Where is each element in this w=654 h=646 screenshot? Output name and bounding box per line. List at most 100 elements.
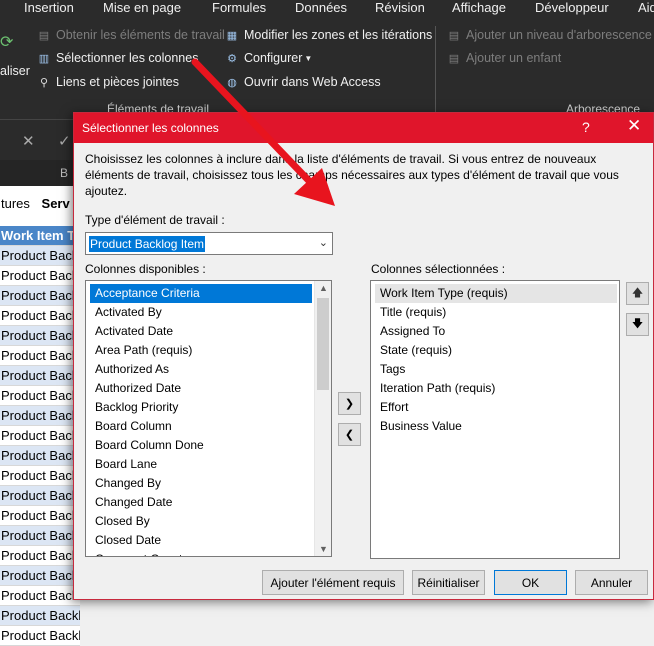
chevron-down-icon: ▼ bbox=[304, 53, 313, 63]
excel-menubar: Insertion Mise en page Formules Données … bbox=[0, 0, 654, 20]
table-row[interactable]: Product Backlog Item bbox=[0, 286, 80, 306]
available-column-item[interactable]: Board Lane bbox=[93, 455, 157, 474]
get-work-items-label: Obtenir les éléments de travail bbox=[56, 28, 225, 42]
menu-formules[interactable]: Formules bbox=[212, 0, 266, 15]
links-attachments-button[interactable]: ⚲ Liens et pièces jointes bbox=[37, 75, 179, 89]
configure-dropdown[interactable]: ⚙ Configurer ▼ bbox=[225, 51, 312, 65]
available-column-item[interactable]: Changed Date bbox=[93, 493, 172, 512]
table-row[interactable]: Product Backlog Item bbox=[0, 306, 80, 326]
menu-donnees[interactable]: Données bbox=[295, 0, 347, 15]
selected-columns-list[interactable]: Work Item Type (requis) Title (requis) Ass… bbox=[370, 280, 620, 559]
dialog-titlebar[interactable]: Sélectionner les colonnes ? ✕ bbox=[74, 113, 653, 143]
work-item-type-select[interactable]: Product Backlog Item ⌄ bbox=[85, 232, 333, 255]
document-icon: ▤ bbox=[38, 29, 50, 42]
get-work-items-button[interactable]: ▤ Obtenir les éléments de travail bbox=[37, 28, 225, 42]
available-column-item[interactable]: Closed Date bbox=[93, 531, 161, 550]
menu-insertion[interactable]: Insertion bbox=[24, 0, 74, 15]
add-column-button[interactable]: ❯ bbox=[338, 392, 361, 415]
table-row[interactable]: Product Backlog Item bbox=[0, 266, 80, 286]
menu-aide[interactable]: Aid bbox=[638, 0, 654, 15]
menu-developpeur[interactable]: Développeur bbox=[535, 0, 609, 15]
arrow-down-icon: 🡇 bbox=[631, 318, 644, 330]
header-cell-service[interactable]: Serv bbox=[42, 196, 70, 211]
selected-column-item[interactable]: Work Item Type (requis) bbox=[375, 284, 617, 303]
available-column-item[interactable]: Acceptance Criteria bbox=[90, 284, 312, 303]
selected-column-item[interactable]: Assigned To bbox=[378, 322, 445, 341]
table-row[interactable]: Product Backlog Item bbox=[0, 626, 80, 646]
selected-column-item[interactable]: Business Value bbox=[378, 417, 462, 436]
available-column-item[interactable]: Board Column Done bbox=[93, 436, 204, 455]
scroll-up-icon[interactable]: ▲ bbox=[315, 283, 331, 293]
table-row[interactable]: Product Backlog Item bbox=[0, 366, 80, 386]
available-columns-label: Colonnes disponibles : bbox=[85, 262, 206, 276]
table-row[interactable]: Product Backlog Item bbox=[0, 386, 80, 406]
cancel-button[interactable]: Annuler bbox=[575, 570, 648, 595]
selected-column-item[interactable]: Iteration Path (requis) bbox=[378, 379, 495, 398]
edit-areas-iterations-button[interactable]: ▦ Modifier les zones et les itérations bbox=[225, 28, 432, 42]
menu-affichage[interactable]: Affichage bbox=[452, 0, 506, 15]
open-web-access-button[interactable]: ◍ Ouvrir dans Web Access bbox=[225, 75, 380, 89]
cancel-formula-icon[interactable]: ✕ bbox=[22, 132, 35, 150]
table-row[interactable]: Product Backlog Item bbox=[0, 426, 80, 446]
reset-button[interactable]: Réinitialiser bbox=[412, 570, 485, 595]
table-row[interactable]: Product Backlog Item bbox=[0, 466, 80, 486]
table-row[interactable]: Product Backlog Item bbox=[0, 446, 80, 466]
scroll-down-icon[interactable]: ▼ bbox=[315, 544, 331, 554]
tree-level-icon: ▤ bbox=[448, 29, 460, 42]
add-child-button[interactable]: ▤ Ajouter un enfant bbox=[447, 51, 561, 65]
table-row[interactable]: Product Backlog Item bbox=[0, 586, 80, 606]
menu-revision[interactable]: Révision bbox=[375, 0, 425, 15]
selected-column-item[interactable]: Effort bbox=[378, 398, 408, 417]
confirm-formula-icon[interactable]: ✓ bbox=[58, 132, 71, 150]
selected-column-item[interactable]: Tags bbox=[378, 360, 405, 379]
add-required-button[interactable]: Ajouter l'élément requis bbox=[262, 570, 404, 595]
chevron-down-icon[interactable]: ⌄ bbox=[319, 236, 328, 249]
add-tree-level-button[interactable]: ▤ Ajouter un niveau d'arborescence bbox=[447, 28, 652, 42]
close-icon[interactable]: ✕ bbox=[627, 116, 641, 136]
available-list-scrollbar[interactable]: ▲ ▼ bbox=[314, 281, 331, 556]
select-columns-label: Sélectionner les colonnes bbox=[56, 51, 199, 65]
available-column-item[interactable]: Activated By bbox=[93, 303, 162, 322]
selected-column-item[interactable]: State (requis) bbox=[378, 341, 452, 360]
ok-button[interactable]: OK bbox=[494, 570, 567, 595]
column-header-b[interactable]: B bbox=[0, 160, 80, 186]
available-column-item[interactable]: Authorized As bbox=[93, 360, 169, 379]
table-row[interactable]: Product Backlog Item bbox=[0, 326, 80, 346]
table-header-cell[interactable]: Work Item Type bbox=[0, 226, 80, 246]
table-row[interactable]: Product Backlog Item bbox=[0, 606, 80, 626]
available-column-item[interactable]: Activated Date bbox=[93, 322, 173, 341]
worksheet[interactable]: tures Serv Work Item TypeProduct Backlog… bbox=[0, 186, 80, 646]
menu-mise-en-page[interactable]: Mise en page bbox=[103, 0, 181, 15]
refresh-button[interactable]: aliser bbox=[0, 64, 30, 78]
selected-column-item[interactable]: Title (requis) bbox=[378, 303, 446, 322]
table-row[interactable]: Product Backlog Item bbox=[0, 566, 80, 586]
available-column-item[interactable]: Comment Count bbox=[93, 550, 182, 556]
remove-column-button[interactable]: ❮ bbox=[338, 423, 361, 446]
table-row[interactable]: Product Backlog Item bbox=[0, 246, 80, 266]
add-child-label: Ajouter un enfant bbox=[466, 51, 562, 65]
available-column-item[interactable]: Changed By bbox=[93, 474, 161, 493]
header-cell-features[interactable]: tures bbox=[1, 196, 30, 211]
refresh-icon[interactable]: ⟳ bbox=[0, 32, 14, 52]
available-column-item[interactable]: Backlog Priority bbox=[93, 398, 178, 417]
available-column-item[interactable]: Board Column bbox=[93, 417, 172, 436]
add-tree-level-label: Ajouter un niveau d'arborescence bbox=[466, 28, 652, 42]
table-row[interactable]: Product Backlog Item bbox=[0, 546, 80, 566]
help-icon[interactable]: ? bbox=[582, 119, 590, 135]
move-up-button[interactable]: 🡅 bbox=[626, 282, 649, 305]
table-row[interactable]: Product Backlog Item bbox=[0, 506, 80, 526]
available-column-item[interactable]: Authorized Date bbox=[93, 379, 181, 398]
table-row[interactable]: Product Backlog Item bbox=[0, 346, 80, 366]
work-item-type-value: Product Backlog Item bbox=[89, 236, 206, 252]
select-columns-dialog: Sélectionner les colonnes ? ✕ Choisissez… bbox=[73, 112, 654, 600]
available-columns-list[interactable]: Comment CountClosed DateClosed ByChanged… bbox=[85, 280, 332, 557]
table-row[interactable]: Product Backlog Item bbox=[0, 406, 80, 426]
table-row[interactable]: Product Backlog Item bbox=[0, 486, 80, 506]
table-row[interactable]: Product Backlog Item bbox=[0, 526, 80, 546]
available-column-item[interactable]: Closed By bbox=[93, 512, 150, 531]
available-column-item[interactable]: Area Path (requis) bbox=[93, 341, 192, 360]
scroll-thumb[interactable] bbox=[317, 298, 329, 390]
dialog-title: Sélectionner les colonnes bbox=[82, 121, 219, 135]
select-columns-ribbon-button[interactable]: ▥ Sélectionner les colonnes bbox=[37, 51, 199, 65]
move-down-button[interactable]: 🡇 bbox=[626, 313, 649, 336]
